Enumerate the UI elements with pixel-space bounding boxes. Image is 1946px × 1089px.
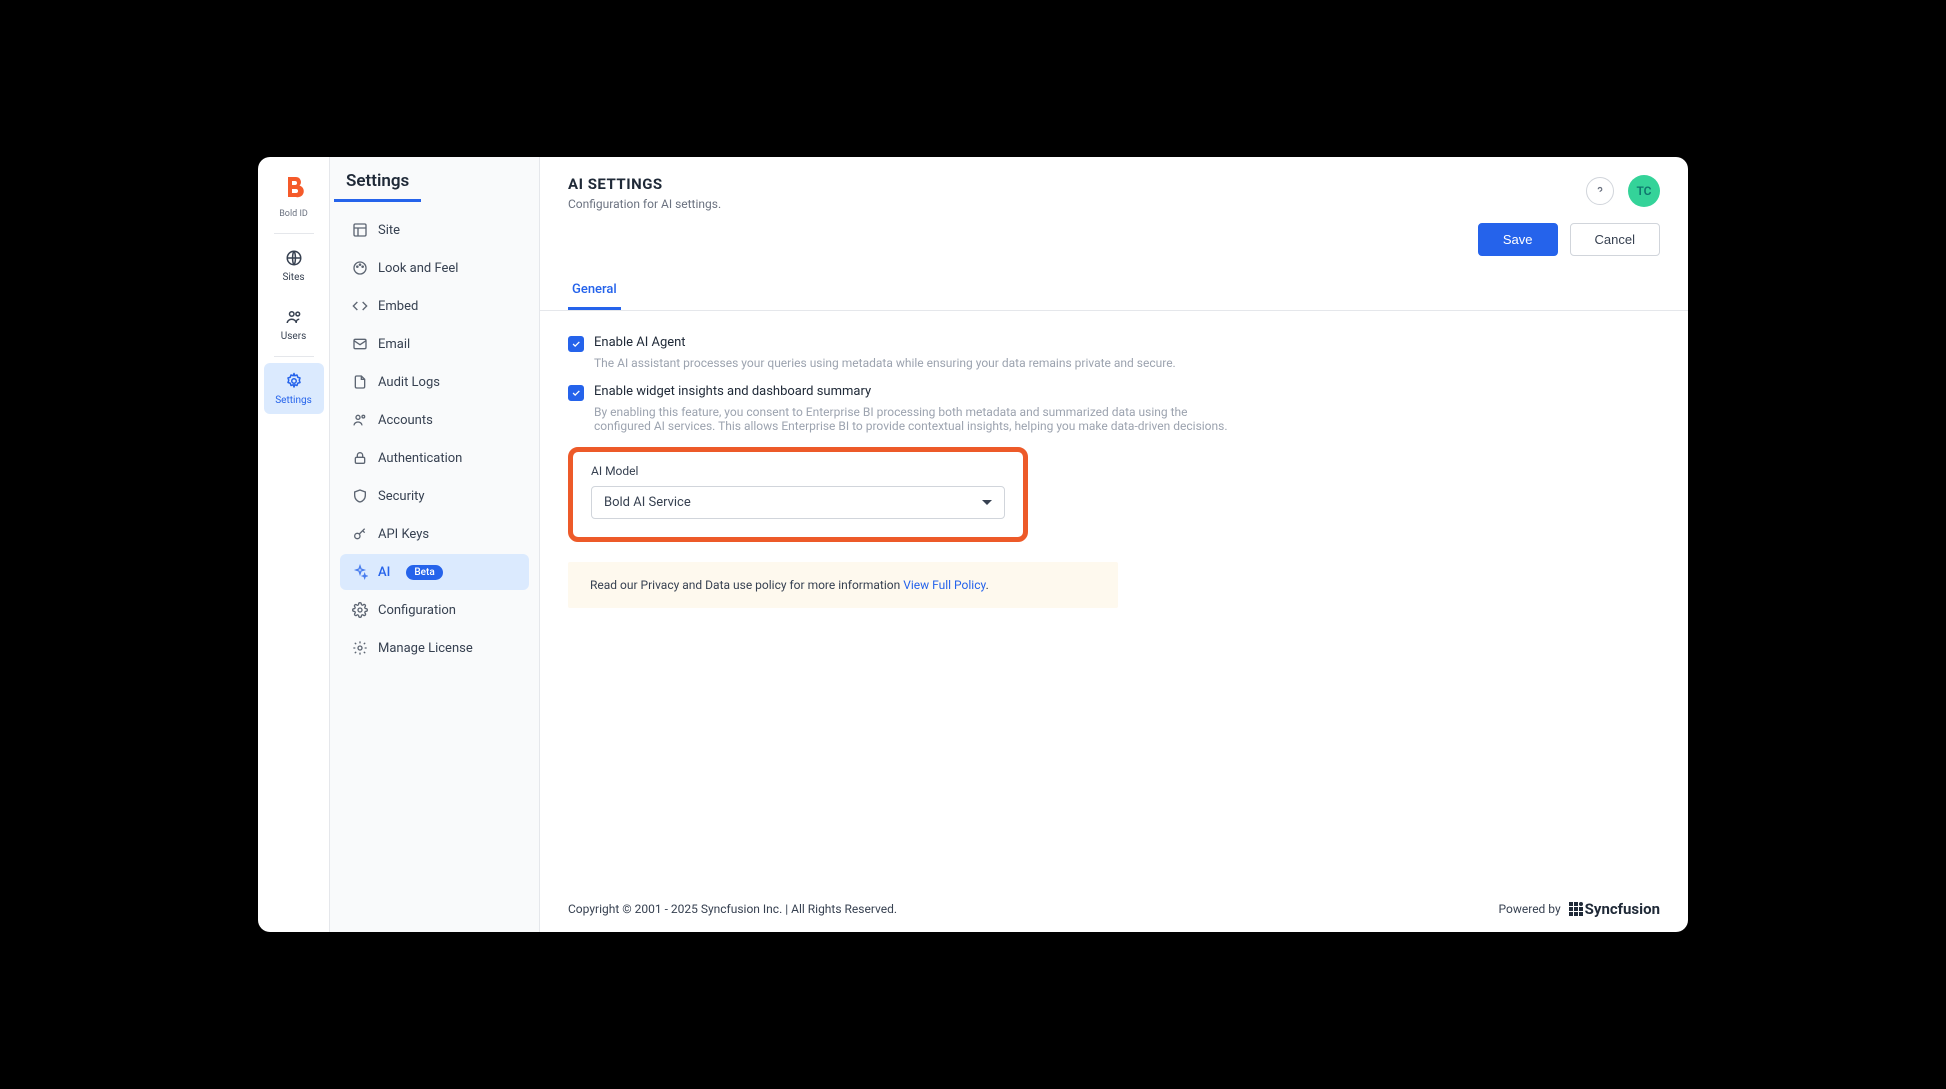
- sidebar-item-security[interactable]: Security: [340, 478, 529, 514]
- ai-model-highlight-box: AI Model Bold AI Service: [568, 447, 1028, 542]
- cancel-button[interactable]: Cancel: [1570, 223, 1660, 256]
- rail-item-label: Users: [281, 331, 307, 342]
- copyright-text: Copyright © 2001 - 2025 Syncfusion Inc. …: [568, 902, 897, 916]
- sidebar-item-ai[interactable]: AI Beta: [340, 554, 529, 590]
- user-avatar[interactable]: TC: [1628, 175, 1660, 207]
- rail-separator: [274, 233, 314, 234]
- sparkle-icon: [352, 564, 368, 580]
- checkbox-desc: The AI assistant processes your queries …: [594, 356, 1244, 370]
- sidebar-item-label: Look and Feel: [378, 261, 458, 276]
- title-block: AI SETTINGS Configuration for AI setting…: [568, 175, 721, 211]
- people-icon: [352, 412, 368, 428]
- checkbox-insights[interactable]: [568, 385, 584, 401]
- tab-general[interactable]: General: [568, 272, 621, 310]
- footer: Copyright © 2001 - 2025 Syncfusion Inc. …: [540, 886, 1688, 932]
- code-icon: [352, 298, 368, 314]
- action-bar: Save Cancel: [540, 211, 1688, 256]
- policy-suffix: .: [986, 578, 989, 592]
- checkbox-row-enable-ai: Enable AI Agent: [568, 335, 1660, 352]
- settings-sidebar: Settings Site Look and Feel Embed Email …: [330, 157, 540, 932]
- save-button[interactable]: Save: [1478, 223, 1558, 256]
- rail-item-label: Sites: [282, 272, 304, 283]
- syncfusion-logo-icon: [1569, 902, 1583, 916]
- sidebar-item-label: Embed: [378, 299, 418, 314]
- rail-item-settings[interactable]: Settings: [264, 363, 324, 414]
- rail-item-label: Settings: [275, 395, 312, 406]
- help-button[interactable]: [1586, 177, 1614, 205]
- brand-logo[interactable]: [274, 167, 314, 207]
- ai-model-select[interactable]: Bold AI Service: [591, 486, 1005, 519]
- policy-text: Read our Privacy and Data use policy for…: [590, 578, 903, 592]
- mail-icon: [352, 336, 368, 352]
- sidebar-item-label: Security: [378, 489, 425, 504]
- cog-icon: [352, 602, 368, 618]
- sidebar-item-config[interactable]: Configuration: [340, 592, 529, 628]
- sidebar-item-look[interactable]: Look and Feel: [340, 250, 529, 286]
- policy-link[interactable]: View Full Policy: [903, 578, 985, 592]
- checkbox-label: Enable AI Agent: [594, 335, 686, 350]
- page-subtitle: Configuration for AI settings.: [568, 197, 721, 211]
- sidebar-item-label: Site: [378, 223, 400, 238]
- sidebar-item-site[interactable]: Site: [340, 212, 529, 248]
- palette-icon: [352, 260, 368, 276]
- main-header: AI SETTINGS Configuration for AI setting…: [540, 157, 1688, 211]
- sidebar-item-license[interactable]: Manage License: [340, 630, 529, 666]
- app-window: Bold ID Sites Users Settings Settings Si…: [258, 157, 1688, 932]
- sidebar-item-label: API Keys: [378, 527, 429, 542]
- checkbox-label: Enable widget insights and dashboard sum…: [594, 384, 871, 399]
- sidebar-item-accounts[interactable]: Accounts: [340, 402, 529, 438]
- beta-badge: Beta: [406, 565, 442, 580]
- key-icon: [352, 526, 368, 542]
- users-icon: [284, 307, 304, 327]
- page-title: AI SETTINGS: [568, 175, 721, 193]
- syncfusion-brand-text: Syncfusion: [1585, 900, 1660, 918]
- ai-model-value: Bold AI Service: [604, 495, 691, 510]
- syncfusion-logo: Syncfusion: [1569, 900, 1660, 918]
- rail-item-sites[interactable]: Sites: [264, 240, 324, 291]
- gear-icon: [284, 371, 304, 391]
- sidebar-item-label: Audit Logs: [378, 375, 440, 390]
- rail-separator: [274, 356, 314, 357]
- sidebar-item-embed[interactable]: Embed: [340, 288, 529, 324]
- powered-by: Powered by Syncfusion: [1499, 900, 1660, 918]
- checkbox-enable-ai[interactable]: [568, 336, 584, 352]
- lock-icon: [352, 450, 368, 466]
- settings-nav: Site Look and Feel Embed Email Audit Log…: [330, 212, 539, 666]
- sidebar-item-auth[interactable]: Authentication: [340, 440, 529, 476]
- layout-icon: [352, 222, 368, 238]
- powered-label: Powered by: [1499, 902, 1561, 916]
- sidebar-item-label: Authentication: [378, 451, 462, 466]
- sidebar-item-label: Accounts: [378, 413, 433, 428]
- sidebar-item-audit[interactable]: Audit Logs: [340, 364, 529, 400]
- license-icon: [352, 640, 368, 656]
- brand-logo-text: Bold ID: [279, 209, 308, 219]
- file-icon: [352, 374, 368, 390]
- ai-model-label: AI Model: [591, 464, 1005, 478]
- rail-item-users[interactable]: Users: [264, 299, 324, 350]
- sidebar-item-apikeys[interactable]: API Keys: [340, 516, 529, 552]
- policy-banner: Read our Privacy and Data use policy for…: [568, 562, 1118, 608]
- checkbox-desc: By enabling this feature, you consent to…: [594, 405, 1244, 433]
- sidebar-item-label: Manage License: [378, 641, 473, 656]
- tabs: General: [540, 272, 1688, 311]
- sidebar-item-label: AI: [378, 565, 390, 580]
- sidebar-item-label: Configuration: [378, 603, 456, 618]
- shield-icon: [352, 488, 368, 504]
- left-rail: Bold ID Sites Users Settings: [258, 157, 330, 932]
- main-content: AI SETTINGS Configuration for AI setting…: [540, 157, 1688, 932]
- content-area: Enable AI Agent The AI assistant process…: [540, 311, 1688, 886]
- header-right: TC: [1586, 175, 1660, 207]
- sidebar-item-email[interactable]: Email: [340, 326, 529, 362]
- globe-icon: [284, 248, 304, 268]
- sidebar-item-label: Email: [378, 337, 410, 352]
- sidebar-title: Settings: [334, 171, 421, 202]
- caret-down-icon: [982, 500, 992, 505]
- checkbox-row-insights: Enable widget insights and dashboard sum…: [568, 384, 1660, 401]
